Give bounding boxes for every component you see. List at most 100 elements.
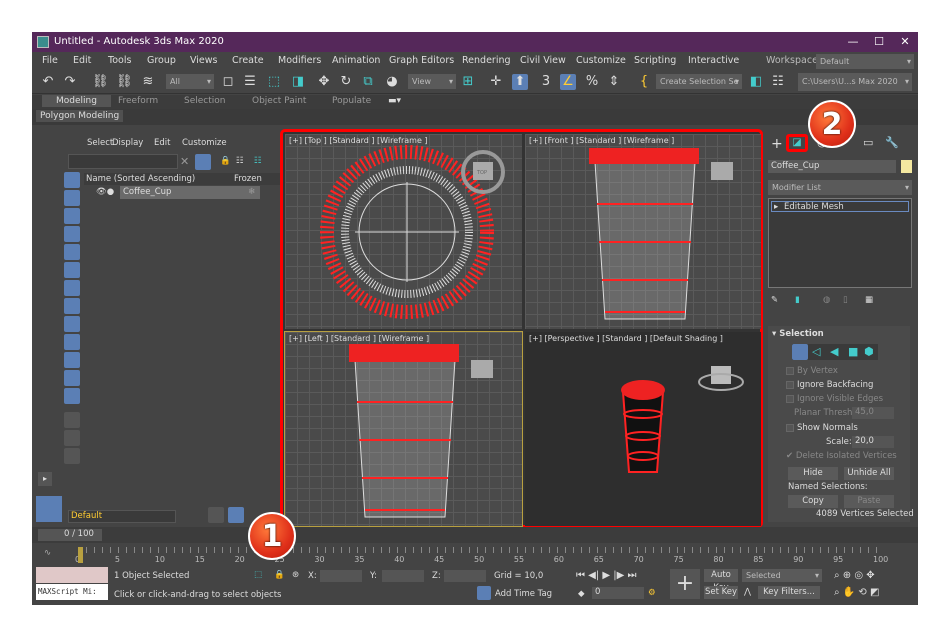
- menu-tools[interactable]: Tools: [108, 55, 131, 66]
- edit-named-selection-icon[interactable]: {: [636, 74, 652, 90]
- tab-modeling[interactable]: Modeling: [42, 95, 111, 107]
- menu-views[interactable]: Views: [190, 55, 218, 66]
- configure-sets-icon[interactable]: ▦: [865, 295, 873, 305]
- playback-controls[interactable]: ⏮ ◀| ▶ |▶ ⏭: [576, 570, 637, 581]
- viewport-perspective[interactable]: [+] [Perspective ] [Standard ] [Default …: [525, 332, 761, 526]
- maxscript-input[interactable]: MAXScript Mi:: [36, 584, 108, 600]
- viewport-navigation-icons-2[interactable]: ⌕ ✋ ⟲ ◩: [834, 587, 879, 598]
- visibility-eye-icon[interactable]: 👁●: [96, 187, 114, 197]
- key-mode-dropdown[interactable]: Selected: [742, 569, 822, 582]
- rotate-icon[interactable]: ↻: [338, 74, 354, 90]
- display-frozen-icon[interactable]: [64, 448, 80, 464]
- set-key-big-button[interactable]: +: [670, 569, 700, 599]
- rectangular-selection-icon[interactable]: ⬚: [266, 74, 282, 90]
- isolate-icon[interactable]: ⬚: [254, 570, 262, 580]
- layer-dropdown[interactable]: Default: [68, 510, 176, 523]
- select-manipulate-icon[interactable]: ✛: [488, 74, 504, 90]
- lock-icon[interactable]: 🔒: [220, 156, 231, 166]
- menu-scripting[interactable]: Scripting: [634, 55, 676, 66]
- explorer-menu-edit[interactable]: Edit: [154, 138, 170, 148]
- display-all-icon[interactable]: [64, 388, 80, 404]
- display-none-icon[interactable]: [64, 172, 80, 188]
- menu-group[interactable]: Group: [147, 55, 176, 66]
- workspace-dropdown[interactable]: Default: [816, 54, 914, 69]
- display-particles-icon[interactable]: [64, 370, 80, 386]
- bind-space-warp-icon[interactable]: ≋: [140, 74, 156, 90]
- object-color-swatch[interactable]: [901, 160, 912, 173]
- pin-stack-icon[interactable]: ✎: [771, 295, 778, 305]
- link-icon[interactable]: ⛓: [92, 74, 109, 90]
- scale-spinner[interactable]: 20,0: [852, 436, 894, 448]
- explorer-menu-select[interactable]: Select: [87, 138, 113, 148]
- object-name-field[interactable]: Coffee_Cup: [768, 160, 896, 173]
- viewport-front[interactable]: [+] [Front ] [Standard ] [Wireframe ]: [525, 134, 761, 329]
- hide-button[interactable]: Hide: [788, 467, 838, 480]
- display-shapes-icon[interactable]: [64, 208, 80, 224]
- create-tab-icon[interactable]: +: [771, 136, 783, 152]
- tab-populate[interactable]: Populate: [332, 96, 371, 106]
- track-bar[interactable]: ∿ 05101520253035404550556065707580859095…: [32, 543, 918, 565]
- list-item[interactable]: Coffee_Cup ❄: [120, 186, 260, 199]
- utilities-tab-icon[interactable]: 🔧: [885, 136, 899, 149]
- tab-object-paint[interactable]: Object Paint: [252, 96, 306, 106]
- ribbon-options-icon[interactable]: ▬▾: [388, 96, 401, 106]
- menu-animation[interactable]: Animation: [332, 55, 380, 66]
- display-spacewarps-icon[interactable]: [64, 280, 80, 296]
- layer-toggle-icon[interactable]: [208, 507, 224, 523]
- default-in-out-tangents-icon[interactable]: ⋀: [744, 587, 751, 597]
- time-config-icon[interactable]: ⚙: [648, 588, 656, 598]
- explorer-menu-customize[interactable]: Customize: [182, 138, 227, 148]
- percent-snap-icon[interactable]: %: [584, 74, 600, 90]
- auto-key-button[interactable]: Auto Key: [704, 569, 738, 593]
- polygon-icon[interactable]: ■: [848, 345, 858, 358]
- show-end-result-icon[interactable]: ▮: [795, 295, 800, 305]
- pivot-center-icon[interactable]: ⊞: [460, 74, 476, 90]
- project-folder-dropdown[interactable]: C:\Users\U...s Max 2020: [798, 73, 912, 91]
- by-vertex-checkbox[interactable]: By Vertex: [786, 366, 838, 376]
- named-selection-dropdown[interactable]: Create Selection Se: [656, 74, 742, 89]
- mirror-icon[interactable]: ◧: [748, 74, 764, 90]
- display-bones-icon[interactable]: [64, 334, 80, 350]
- menu-edit[interactable]: Edit: [73, 55, 91, 66]
- polygon-modeling-tab[interactable]: Polygon Modeling: [36, 110, 124, 122]
- display-containers-icon[interactable]: [64, 352, 80, 368]
- delete-isolated-vertices-checkbox[interactable]: ✔ Delete Isolated Vertices: [786, 451, 897, 461]
- display-children-icon[interactable]: [64, 412, 80, 428]
- add-time-tag-button[interactable]: Add Time Tag: [495, 589, 552, 599]
- viewport-top[interactable]: [+] [Top ] [Standard ] [Wireframe ] TOP: [285, 134, 522, 329]
- display-geometry-icon[interactable]: [64, 190, 80, 206]
- planar-thresh-spinner[interactable]: 45,0: [852, 407, 894, 419]
- unlink-icon[interactable]: ⛓: [116, 74, 133, 90]
- vertex-icon[interactable]: [792, 344, 808, 360]
- element-icon[interactable]: ⬢: [864, 345, 874, 358]
- column-name[interactable]: Name (Sorted Ascending): [86, 174, 195, 184]
- paste-button[interactable]: Paste: [844, 495, 894, 508]
- face-icon[interactable]: ◀: [830, 345, 838, 358]
- time-slider[interactable]: 0 / 100: [38, 529, 102, 541]
- make-unique-icon[interactable]: ◍: [823, 295, 830, 305]
- window-crossing-icon[interactable]: ◨: [290, 74, 306, 90]
- select-object-icon[interactable]: ◻: [220, 74, 236, 90]
- reference-coordinate-dropdown[interactable]: View: [408, 74, 456, 89]
- angle-snap-icon[interactable]: ∠: [560, 74, 576, 90]
- tab-selection[interactable]: Selection: [184, 96, 225, 106]
- modify-tab-icon[interactable]: ◪: [786, 134, 808, 152]
- column-frozen[interactable]: Frozen: [234, 174, 262, 184]
- unhide-all-button[interactable]: Unhide All: [844, 467, 894, 480]
- menu-modifiers[interactable]: Modifiers: [278, 55, 321, 66]
- key-filters-button[interactable]: Key Filters...: [758, 586, 820, 599]
- set-key-button[interactable]: Set Key: [704, 586, 738, 599]
- select-by-name-icon[interactable]: ☰: [242, 74, 258, 90]
- absolute-mode-icon[interactable]: ⊛: [292, 570, 299, 580]
- clear-search-icon[interactable]: ✕: [180, 155, 189, 168]
- time-cursor[interactable]: [78, 547, 83, 563]
- selection-filter-dropdown[interactable]: All: [166, 74, 214, 89]
- display-tab-icon[interactable]: ▭: [863, 136, 873, 149]
- keyboard-shortcut-override-icon[interactable]: ⬆: [512, 74, 528, 90]
- current-frame-spinner[interactable]: 0: [592, 587, 644, 599]
- menu-graph-editors[interactable]: Graph Editors: [389, 55, 454, 66]
- display-lights-icon[interactable]: [64, 226, 80, 242]
- y-coordinate-field[interactable]: [382, 570, 424, 582]
- z-coordinate-field[interactable]: [444, 570, 486, 582]
- menu-create[interactable]: Create: [232, 55, 264, 66]
